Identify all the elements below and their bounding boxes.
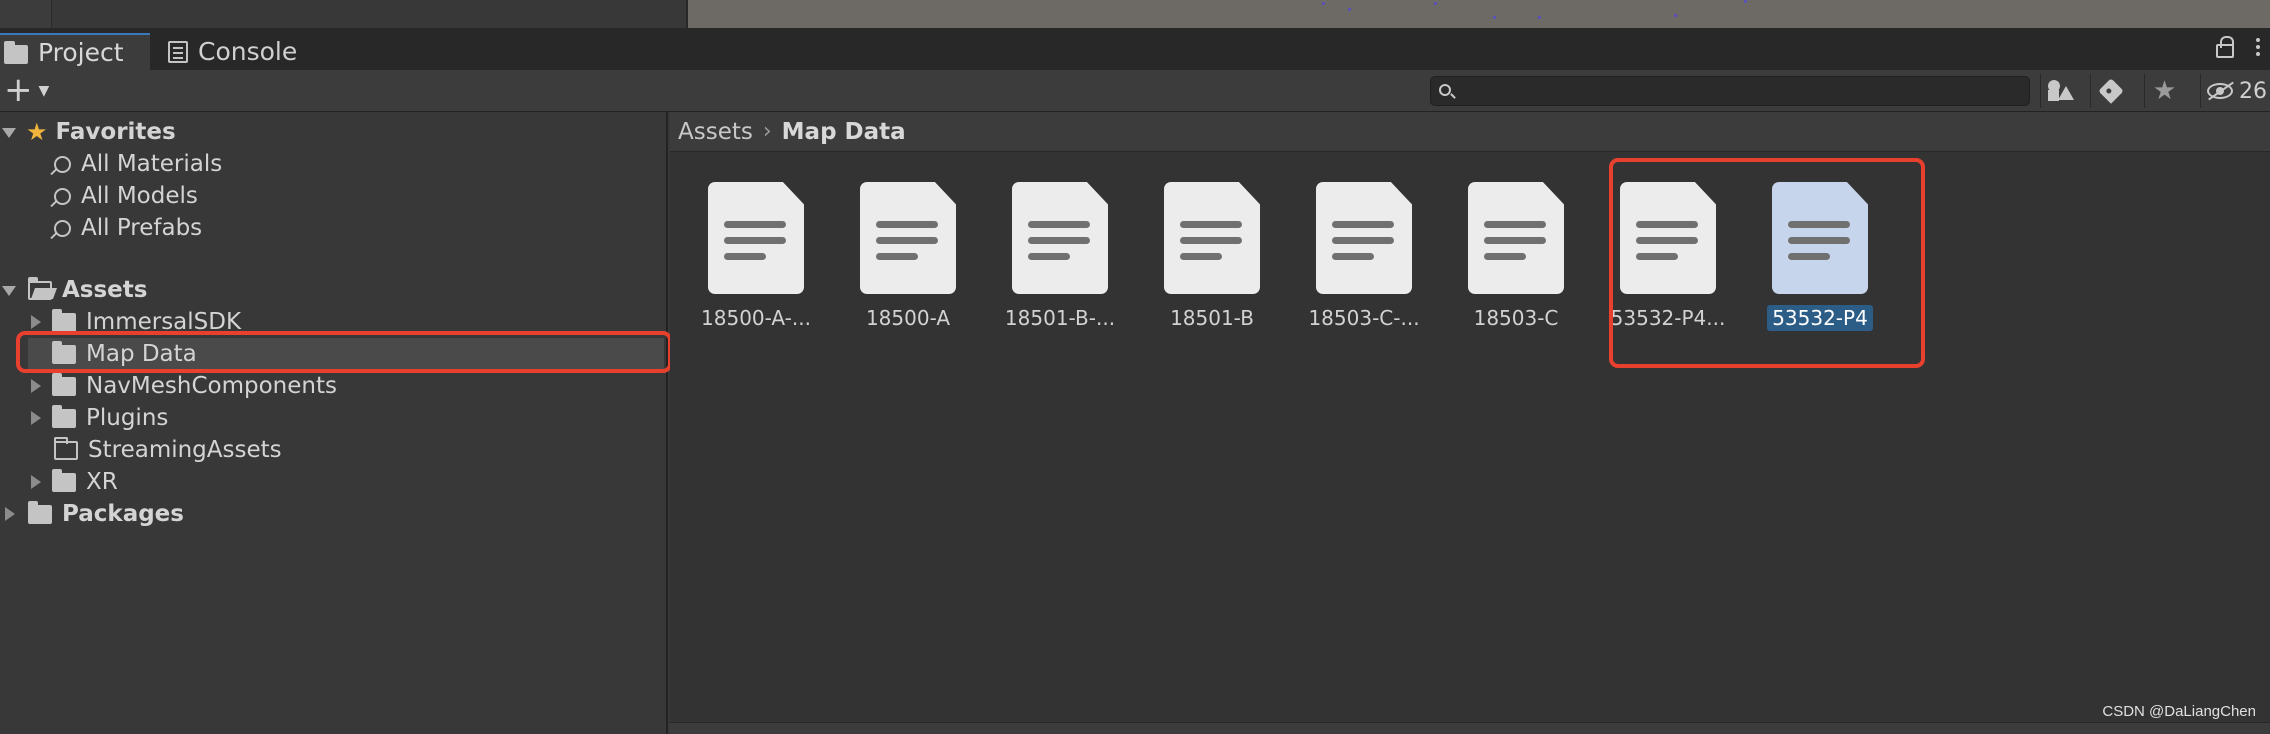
tree-item-all-materials[interactable]: All Materials — [54, 148, 222, 180]
folder-icon — [52, 404, 76, 428]
search-input[interactable] — [1459, 79, 2019, 103]
status-bar — [670, 722, 2270, 734]
folder-icon — [52, 372, 76, 396]
folder-icon — [52, 308, 76, 332]
watermark: CSDN @DaLiangChen — [2102, 703, 2256, 720]
expand-arrow-icon[interactable] — [2, 283, 16, 297]
favorites-button[interactable]: ★ — [2144, 74, 2184, 108]
scene-view-strip — [0, 0, 2270, 30]
chevron-down-icon: ▼ — [38, 83, 50, 99]
tree-item-all-models[interactable]: All Models — [54, 180, 198, 212]
text-file-icon — [1316, 182, 1412, 294]
folder-empty-icon — [54, 436, 78, 460]
asset-item[interactable]: 18500-A — [822, 182, 972, 330]
tree-item-streamingassets[interactable]: StreamingAssets — [28, 434, 282, 466]
tab-console[interactable]: Console — [168, 33, 297, 70]
hidden-count: 26 — [2239, 78, 2267, 104]
tree-item-assets[interactable]: Assets — [2, 274, 147, 306]
asset-item[interactable]: 18500-A-... — [670, 182, 820, 330]
expand-arrow-icon[interactable] — [28, 475, 42, 489]
lock-icon[interactable] — [2216, 36, 2234, 58]
project-tree: ★ Favorites All Materials All Models All… — [0, 112, 668, 734]
window-tab-bar: Project Console — [0, 30, 2270, 70]
asset-label: 18501-B — [1170, 306, 1254, 330]
star-icon: ★ — [26, 118, 48, 146]
shapes-icon — [2047, 80, 2074, 102]
search-field[interactable] — [1430, 76, 2030, 106]
search-by-type-button[interactable] — [2040, 74, 2080, 108]
chevron-right-icon: › — [762, 119, 772, 144]
asset-label: 18500-A-... — [701, 306, 811, 330]
expand-arrow-icon[interactable] — [28, 379, 42, 393]
breadcrumb: Assets › Map Data — [670, 112, 2270, 152]
asset-label: 18503-C — [1473, 306, 1559, 330]
tree-item-xr[interactable]: XR — [28, 466, 118, 498]
tab-console-label: Console — [198, 37, 298, 66]
asset-item[interactable]: 18503-C-... — [1278, 182, 1428, 330]
expand-arrow-icon[interactable] — [28, 411, 42, 425]
highlight-annotation-left — [16, 331, 672, 373]
tree-item-navmeshcomponents[interactable]: NavMeshComponents — [28, 370, 337, 402]
eye-slash-icon — [2207, 83, 2233, 99]
text-file-icon — [1468, 182, 1564, 294]
folder-icon — [4, 40, 28, 64]
tree-item-packages[interactable]: Packages — [2, 498, 184, 530]
tree-item-all-prefabs[interactable]: All Prefabs — [54, 212, 202, 244]
asset-label: 18501-B-... — [1004, 306, 1116, 330]
text-file-icon — [1012, 182, 1108, 294]
asset-label: 18500-A — [865, 306, 951, 330]
asset-grid-panel: Assets › Map Data 18500-A-... 18500-A 18… — [670, 112, 2270, 734]
breadcrumb-assets[interactable]: Assets — [678, 119, 753, 145]
text-file-icon — [1164, 182, 1260, 294]
hierarchy-pane-edge — [0, 0, 686, 28]
tree-item-favorites[interactable]: ★ Favorites — [2, 116, 176, 148]
folder-icon — [52, 468, 76, 492]
asset-item[interactable]: 18501-B — [1126, 182, 1276, 330]
search-icon — [54, 219, 71, 237]
more-options-icon[interactable] — [2256, 36, 2260, 58]
scene-view[interactable] — [688, 0, 2270, 28]
folder-open-icon — [28, 276, 52, 300]
star-icon: ★ — [2152, 76, 2177, 106]
search-icon — [1439, 84, 1451, 96]
folder-icon — [28, 500, 52, 524]
expand-arrow-icon[interactable] — [2, 125, 16, 139]
expand-arrow-icon[interactable] — [28, 315, 42, 329]
asset-item[interactable]: 18501-B-... — [974, 182, 1124, 330]
expand-arrow-icon[interactable] — [2, 507, 16, 521]
tab-project-label: Project — [38, 38, 124, 67]
project-toolbar: + ▼ ★ 26 — [0, 70, 2270, 112]
create-button[interactable]: + ▼ — [4, 70, 56, 110]
search-icon — [54, 155, 71, 173]
highlight-annotation-right — [1609, 158, 1925, 368]
breadcrumb-current[interactable]: Map Data — [782, 119, 906, 145]
asset-item[interactable]: 18503-C — [1430, 182, 1580, 330]
tag-icon — [2097, 78, 2124, 104]
console-icon — [168, 40, 188, 63]
text-file-icon — [708, 182, 804, 294]
hidden-packages-toggle[interactable]: 26 — [2200, 74, 2267, 108]
tab-project[interactable]: Project — [0, 33, 150, 70]
tree-item-plugins[interactable]: Plugins — [28, 402, 168, 434]
text-file-icon — [860, 182, 956, 294]
tab-bar-actions — [2216, 36, 2260, 58]
plus-icon: + — [4, 70, 33, 110]
asset-label: 18503-C-... — [1308, 306, 1420, 330]
search-icon — [54, 187, 71, 205]
search-by-label-button[interactable] — [2090, 74, 2130, 108]
